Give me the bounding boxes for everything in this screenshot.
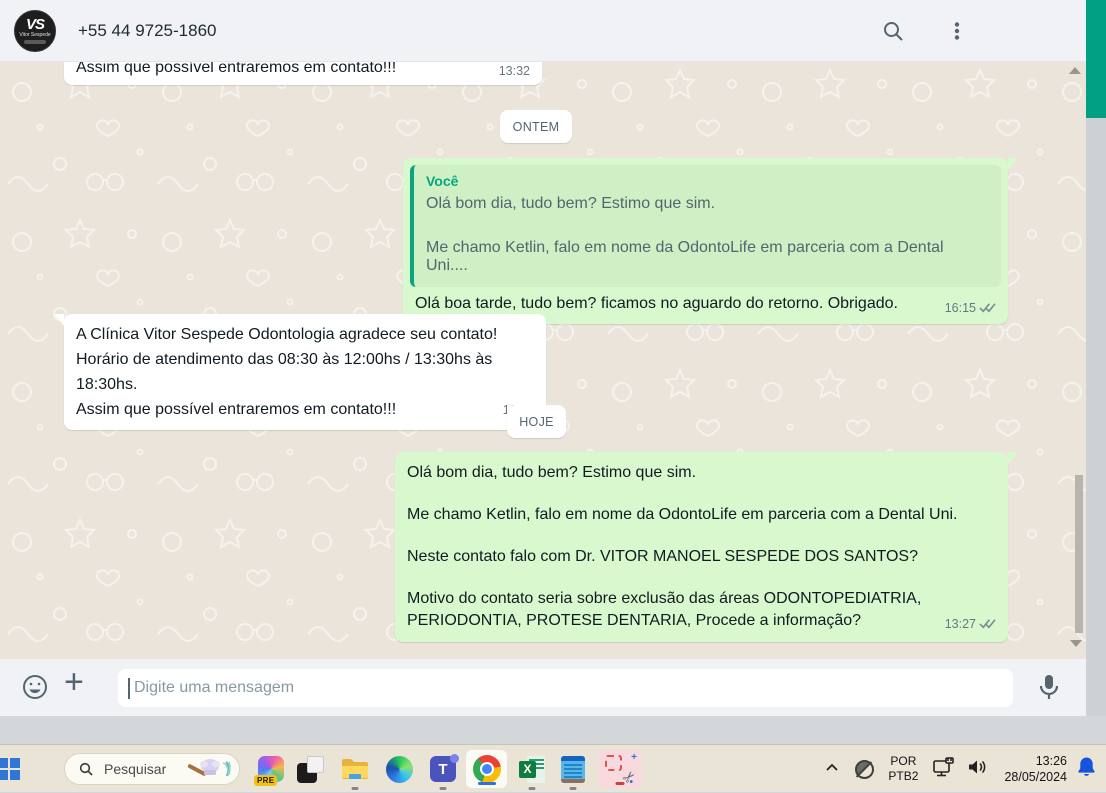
message-text: Assim que possível entraremos em contato… (76, 62, 397, 76)
delivered-double-check-icon (979, 301, 996, 316)
date-separator-today: HOJE (507, 405, 566, 438)
language-indicator[interactable]: POR PTB2 (888, 754, 918, 784)
avatar-logo-text: VS (25, 15, 45, 33)
text-caret (128, 678, 130, 699)
message-paragraph: Neste contato falo com Dr. VITOR MANOEL … (407, 548, 918, 565)
language-code: POR (890, 754, 917, 768)
scroll-down-arrow[interactable] (1070, 640, 1082, 647)
active-running-indicator (615, 782, 625, 785)
message-line: Assim que possível entraremos em contato… (76, 401, 397, 418)
chrome-icon (472, 755, 501, 783)
contact-avatar[interactable]: VS Vitor Sespede (14, 9, 56, 52)
tray-date: 28/05/2024 (1004, 770, 1067, 784)
chat-header: VS Vitor Sespede +55 44 9725-1860 (0, 0, 1086, 62)
message-line: A Clínica Vitor Sespede Odontologia agra… (76, 326, 498, 343)
window-scroll-gutter (1086, 118, 1106, 716)
running-indicator (569, 787, 577, 790)
message-input[interactable] (118, 669, 1013, 707)
windows-logo-icon (0, 758, 20, 780)
message-paragraph: Motivo do contato seria sobre exclusão d… (407, 590, 922, 629)
contact-phone-title[interactable]: +55 44 9725-1860 (78, 21, 217, 41)
incoming-message[interactable]: A Clínica Vitor Sespede Odontologia agra… (54, 314, 546, 430)
taskbar-search-icon (79, 762, 93, 776)
active-running-indicator (477, 782, 496, 785)
taskbar-chrome-button[interactable] (466, 750, 507, 788)
message-time: 16:15 (944, 301, 976, 315)
volume-icon[interactable] (966, 758, 988, 781)
taskbar-file-explorer-button[interactable] (338, 745, 372, 793)
search-icon[interactable] (880, 18, 906, 44)
message-line: Horário de atendimento das 08:30 às 12:0… (76, 351, 493, 393)
running-indicator (439, 787, 447, 790)
bubble-tail (1008, 158, 1018, 170)
taskbar-clock[interactable]: 13:26 28/05/2024 (1004, 753, 1067, 785)
microphone-muted-icon[interactable] (855, 759, 875, 779)
taskbar-excel-button[interactable]: X (515, 745, 549, 793)
avatar-name-text: Vitor Sespede (19, 31, 51, 38)
message-text: Olá boa tarde, tudo bem? ficamos no agua… (415, 295, 898, 312)
message-time-and-status: 16:15 (945, 301, 996, 316)
keyboard-layout-code: PTB2 (888, 769, 919, 783)
teams-icon: T (430, 754, 459, 782)
date-separator-label: ONTEM (512, 119, 560, 134)
microphone-icon[interactable] (1036, 673, 1062, 706)
snipping-tool-icon: ✂ + • (605, 752, 641, 788)
quoted-message[interactable]: Você Olá bom dia, tudo bem? Estimo que s… (410, 165, 1001, 287)
file-explorer-icon (342, 759, 368, 779)
notification-bell-icon[interactable] (1077, 756, 1096, 782)
chat-scrollbar-thumb[interactable] (1075, 475, 1083, 633)
message-time: 13:27 (944, 617, 976, 631)
quote-line: Olá bom dia, tudo bem? Estimo que sim. (426, 195, 716, 212)
taskbar-teams-button[interactable]: T (426, 745, 460, 793)
taskbar-search-placeholder: Pesquisar (104, 761, 167, 777)
bubble-tail (1008, 452, 1018, 464)
quote-author: Você (426, 173, 459, 189)
message-paragraph: Olá bom dia, tudo bem? Estimo que sim. (407, 464, 697, 481)
chat-message-area: Assim que possível entraremos em contato… (0, 62, 1086, 659)
desktop-gap (0, 716, 1106, 744)
tray-time: 13:26 (1035, 754, 1067, 768)
incoming-message[interactable]: Assim que possível entraremos em contato… (64, 62, 542, 85)
notepad-icon (561, 755, 585, 783)
taskbar-notepad-button[interactable] (556, 745, 590, 793)
menu-kebab-icon[interactable] (944, 18, 970, 44)
edge-icon (385, 755, 413, 783)
date-separator-label: HOJE (519, 414, 554, 429)
background-window-edge (1086, 0, 1106, 118)
excel-icon: X (519, 755, 545, 783)
system-tray: POR PTB2 13:26 28/05/2024 (825, 745, 1106, 793)
delivered-double-check-icon (979, 614, 996, 636)
outgoing-message[interactable]: Olá bom dia, tudo bem? Estimo que sim. M… (395, 452, 1018, 642)
quote-line: Me chamo Ketlin, falo em nome da OdontoL… (426, 239, 944, 274)
copilot-icon: PRE (254, 756, 284, 786)
date-separator-yesterday: ONTEM (500, 110, 572, 143)
message-paragraph: Me chamo Ketlin, falo em nome da OdontoL… (407, 506, 958, 523)
message-composer: + (0, 659, 1086, 716)
message-time-and-status: 13:27 (945, 613, 996, 636)
windows-taskbar: Pesquisar PRE T X ✂ + • POR PTB2 13:26 2… (0, 744, 1106, 792)
taskbar-search-box[interactable]: Pesquisar (64, 753, 240, 785)
taskbar-edge-button[interactable] (382, 745, 416, 793)
windows-start-button[interactable] (0, 745, 22, 793)
scroll-up-arrow[interactable] (1069, 67, 1081, 74)
avatar-decoration (24, 39, 46, 44)
network-icon[interactable] (932, 756, 956, 783)
whatsapp-window: VS Vitor Sespede +55 44 9725-1860 Assim … (0, 0, 1086, 716)
taskbar-app-button[interactable] (293, 745, 327, 793)
running-indicator (528, 787, 536, 790)
tray-chevron-icon[interactable] (825, 760, 839, 778)
bubble-tail (54, 314, 64, 326)
taskbar-copilot-button[interactable]: PRE (254, 745, 288, 793)
search-highlight-image (183, 756, 235, 782)
emoji-icon[interactable] (21, 673, 49, 706)
squares-app-icon (296, 755, 324, 783)
message-time: 13:32 (498, 64, 530, 78)
attach-plus-icon[interactable]: + (64, 663, 84, 702)
outgoing-message-with-quote[interactable]: Você Olá bom dia, tudo bem? Estimo que s… (403, 158, 1018, 324)
copilot-pre-badge: PRE (254, 775, 278, 786)
running-indicator (351, 787, 359, 790)
taskbar-snipping-tool-button[interactable]: ✂ + • (598, 750, 642, 788)
desktop-screen: { "header": { "phone": "+55 44 9725-1860… (0, 0, 1106, 792)
